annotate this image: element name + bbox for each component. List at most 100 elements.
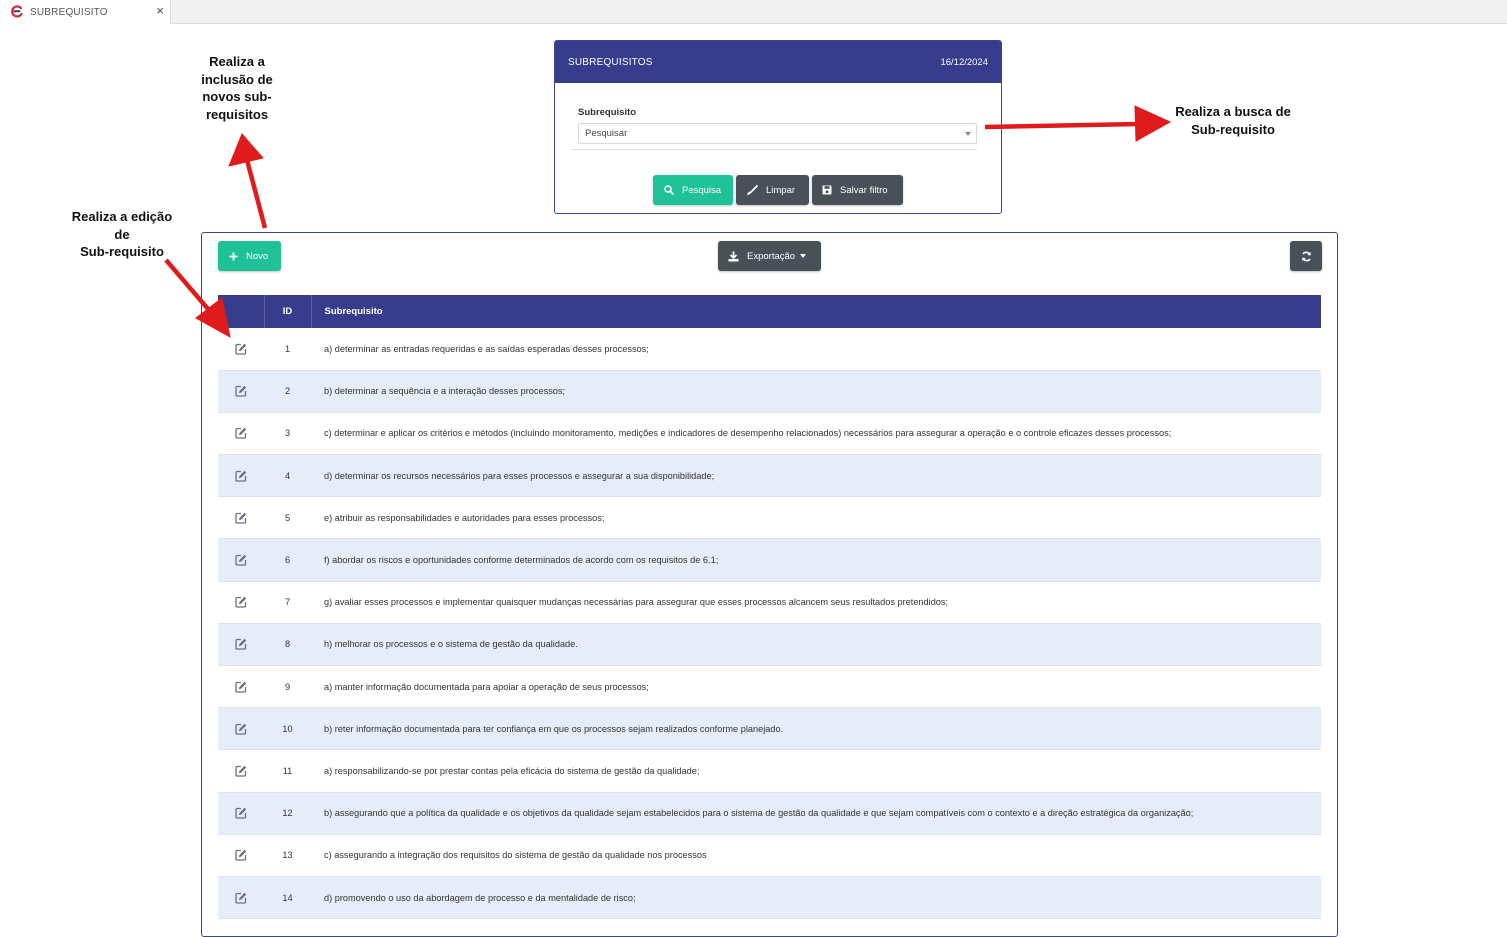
edit-icon[interactable]	[235, 427, 247, 440]
search-button-label: Pesquisa	[682, 184, 722, 196]
row-subrequisito: a) determinar as entradas requeridas e a…	[324, 343, 649, 354]
refresh-button[interactable]	[1290, 241, 1322, 271]
clear-button-label: Limpar	[766, 184, 796, 196]
caret-down-icon	[800, 254, 807, 258]
table-row: 13 c) assegurando a integração dos requis…	[218, 834, 1321, 877]
row-id: 3	[284, 428, 291, 439]
row-subrequisito: h) melhorar os processos e o sistema de …	[324, 639, 578, 650]
edit-icon[interactable]	[235, 554, 247, 566]
row-subrequisito: b) determinar a sequência e a interação …	[324, 386, 566, 397]
row-id: 1	[284, 343, 291, 354]
row-subrequisito: g) avaliar esses processos e implementar…	[324, 597, 949, 608]
edit-icon[interactable]	[235, 385, 247, 397]
tab-subrequisito[interactable]: SUBREQUISITO ×	[0, 0, 171, 24]
annotation-edit: Realiza a edição de Sub-requisito	[71, 209, 173, 259]
clear-button[interactable]: Limpar	[736, 175, 809, 205]
save-filter-button[interactable]: Salvar filtro	[812, 175, 903, 205]
save-filter-button-label: Salvar filtro	[840, 184, 888, 196]
row-action-cell	[218, 623, 264, 665]
brush-icon	[747, 184, 758, 195]
table-row: 6 f) abordar os riscos e oportunidades co…	[218, 538, 1321, 582]
row-id: 14	[282, 892, 293, 903]
row-subrequisito: f) abordar os riscos e oportunidades con…	[324, 555, 719, 566]
table-row: 5 e) atribuir as responsabilidades e auto…	[218, 497, 1321, 539]
annotation-search: Realiza a busca de Sub-requisito	[1175, 104, 1291, 137]
row-subrequisito: d) determinar os recursos necessários pa…	[324, 470, 715, 481]
row-id: 13	[282, 850, 293, 861]
row-subrequisito: a) responsabilizando-se por prestar cont…	[324, 765, 700, 776]
row-action-cell	[218, 708, 264, 750]
edit-icon[interactable]	[235, 681, 247, 693]
tab-title: SUBREQUISITO	[30, 6, 108, 18]
table-row: 11 a) responsabilizando-se por prestar co…	[218, 750, 1321, 793]
search-button[interactable]: Pesquisa	[653, 175, 733, 205]
search-icon	[664, 185, 674, 195]
table-row: 12 b) assegurando que a política da quali…	[218, 792, 1321, 835]
column-header-id[interactable]: ID	[264, 295, 312, 328]
edit-icon[interactable]	[235, 723, 247, 735]
results-panel: Novo Exportação ID Subrequisito 1 a) dete…	[201, 232, 1338, 937]
row-id: 5	[284, 512, 291, 523]
row-action-cell	[218, 328, 264, 370]
plus-icon	[229, 252, 238, 260]
arrow-new	[228, 133, 268, 229]
row-action-cell	[218, 581, 264, 623]
row-action-cell	[218, 666, 264, 708]
row-id: 11	[282, 765, 293, 776]
filter-panel: SUBREQUISITOS 16/12/2024 Subrequisito Pe…	[554, 40, 1002, 214]
column-header-subrequisito[interactable]: Subrequisito	[311, 295, 1321, 328]
row-id: 6	[284, 555, 291, 566]
edit-icon[interactable]	[235, 343, 247, 355]
chevron-down-icon	[965, 132, 971, 136]
column-header-action	[218, 295, 265, 328]
annotation-new: Realiza a inclusão de novos sub- requisi…	[201, 54, 273, 122]
row-id: 7	[284, 597, 291, 608]
row-action-cell	[218, 750, 264, 792]
table-row: 7 g) avaliar esses processos e implementa…	[218, 581, 1321, 624]
table-row: 4 d) determinar os recursos necessários p…	[218, 454, 1321, 497]
table-row: 8 h) melhorar os processos e o sistema de…	[218, 623, 1321, 666]
row-id: 2	[284, 386, 291, 397]
divider	[571, 149, 977, 150]
row-action-cell	[218, 834, 264, 876]
download-icon	[728, 251, 739, 261]
row-subrequisito: a) manter informação documentada para ap…	[324, 681, 649, 692]
edit-icon[interactable]	[235, 596, 247, 608]
new-button[interactable]: Novo	[218, 241, 281, 271]
edit-icon[interactable]	[235, 892, 247, 904]
row-id: 8	[284, 639, 291, 650]
row-action-cell	[218, 792, 264, 834]
arrow-search	[984, 105, 1172, 142]
row-id: 10	[282, 723, 293, 734]
table-row: 3 c) determinar e aplicar os critérios e …	[218, 412, 1321, 455]
row-id: 12	[282, 808, 293, 819]
row-action-cell	[218, 412, 264, 454]
table-header-row: ID Subrequisito	[218, 295, 1321, 328]
row-subrequisito: c) assegurando a integração dos requisit…	[324, 850, 707, 861]
edit-icon[interactable]	[235, 849, 247, 861]
edit-icon[interactable]	[235, 765, 247, 777]
row-subrequisito: b) assegurando que a política da qualida…	[324, 808, 1194, 819]
subrequisito-table: ID Subrequisito 1 a) determinar as entrad…	[218, 295, 1321, 919]
export-dropdown[interactable]: Exportação	[718, 241, 821, 271]
edit-icon[interactable]	[235, 807, 247, 819]
edit-icon[interactable]	[235, 470, 247, 482]
row-id: 9	[284, 681, 291, 692]
filter-header: SUBREQUISITOS 16/12/2024	[555, 41, 1001, 83]
table-row: 14 d) promovendo o uso da abordagem de pr…	[218, 876, 1321, 919]
table-row: 10 b) reter informação documentada para t…	[218, 707, 1321, 750]
row-action-cell	[218, 876, 264, 918]
edit-icon[interactable]	[235, 512, 247, 524]
row-subrequisito: c) determinar e aplicar os critérios e m…	[324, 428, 1172, 439]
subrequisito-select[interactable]: Pesquisar	[578, 123, 977, 144]
tab-strip: SUBREQUISITO ×	[0, 0, 1507, 24]
edit-icon[interactable]	[235, 638, 247, 651]
subrequisito-label: Subrequisito	[578, 107, 637, 118]
table-body: 1 a) determinar as entradas requeridas e …	[218, 328, 1321, 919]
filter-date: 16/12/2024	[940, 56, 988, 68]
table-row: 2 b) determinar a sequência e a interação…	[218, 370, 1321, 413]
row-action-cell	[218, 539, 264, 581]
row-subrequisito: e) atribuir as responsabilidades e autor…	[324, 512, 605, 523]
refresh-icon	[1301, 251, 1311, 261]
close-icon[interactable]: ×	[156, 4, 164, 18]
